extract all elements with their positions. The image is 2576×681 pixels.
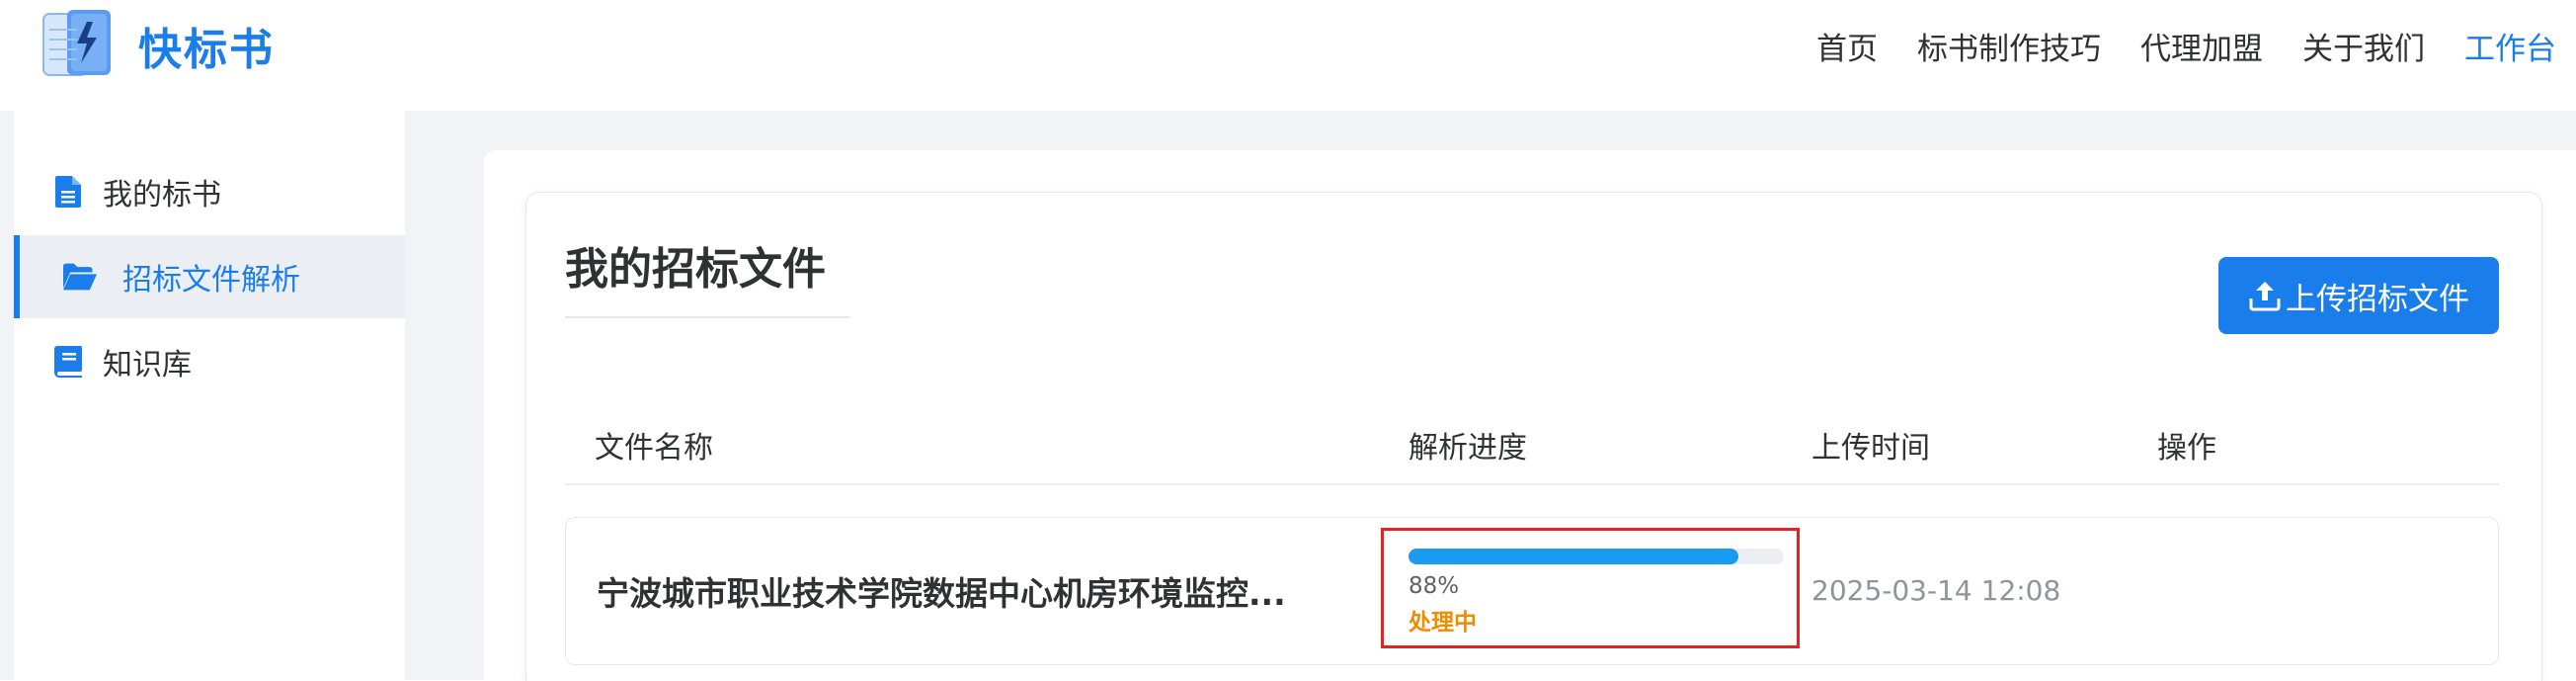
sidebar-item-knowledge-base[interactable]: 知识库: [14, 320, 405, 403]
header-divider: [565, 483, 2499, 485]
column-header-actions: 操作: [2157, 431, 2216, 466]
top-header: 快标书 首页 标书制作技巧 代理加盟 关于我们 工作台: [0, 0, 2576, 111]
column-header-upload-time: 上传时间: [1811, 431, 1930, 466]
sidebar-item-bid-parsing[interactable]: 招标文件解析: [14, 235, 405, 318]
progress-bar-fill: [1409, 549, 1739, 564]
progress-bar: [1409, 549, 1784, 564]
logo[interactable]: 快标书: [38, 4, 275, 87]
sidebar-item-label: 招标文件解析: [122, 263, 300, 298]
document-icon: [51, 175, 85, 209]
status-badge: 处理中: [1409, 610, 1477, 636]
file-name-cell[interactable]: 宁波城市职业技术学院数据中心机房环境监控...: [597, 567, 1286, 615]
nav-home[interactable]: 首页: [1816, 24, 1878, 68]
page-title: 我的招标文件: [565, 244, 826, 295]
sidebar: 我的标书 招标文件解析 知识库: [14, 111, 405, 680]
upload-bid-file-button[interactable]: 上传招标文件: [2218, 257, 2499, 334]
nav-workbench[interactable]: 工作台: [2464, 24, 2556, 68]
progress-percent: 88%: [1409, 573, 1460, 599]
upload-button-label: 上传招标文件: [2286, 281, 2469, 317]
logo-icon: [42, 10, 111, 76]
nav-agency[interactable]: 代理加盟: [2140, 24, 2263, 68]
column-header-file-name: 文件名称: [595, 431, 713, 466]
sidebar-item-label: 我的标书: [103, 178, 221, 213]
nav-about[interactable]: 关于我们: [2302, 24, 2425, 68]
top-nav: 首页 标书制作技巧 代理加盟 关于我们 工作台: [1777, 24, 2556, 68]
nav-bid-tips[interactable]: 标书制作技巧: [1917, 24, 2101, 68]
column-header-progress: 解析进度: [1409, 431, 1527, 466]
book-icon: [51, 345, 85, 379]
app-name: 快标书: [138, 25, 275, 75]
sidebar-item-label: 知识库: [103, 348, 192, 383]
sidebar-item-my-bids[interactable]: 我的标书: [14, 150, 405, 233]
folder-open-icon: [63, 260, 97, 294]
upload-time-cell: 2025-03-14 12:08: [1811, 574, 2061, 607]
upload-icon: [2249, 282, 2281, 311]
title-underline: [565, 316, 849, 318]
